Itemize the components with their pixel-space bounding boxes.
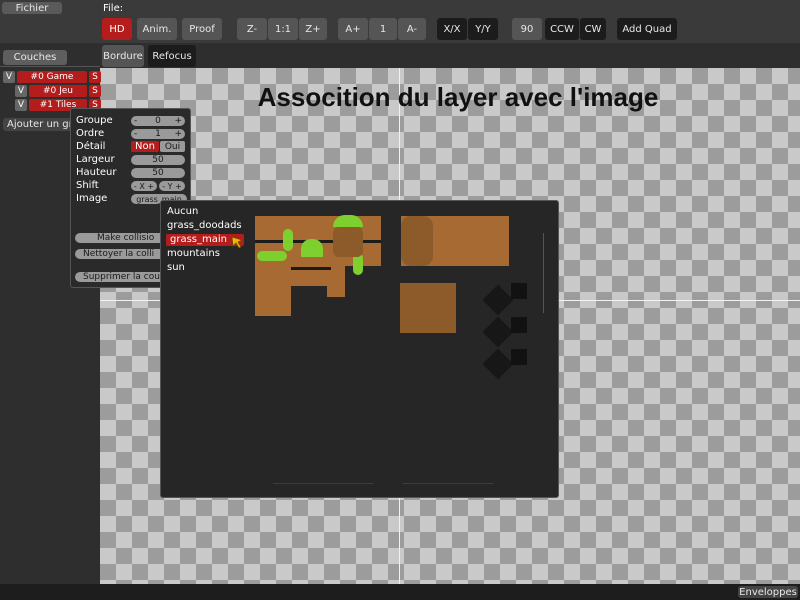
flip-y-button[interactable]: Y/Y bbox=[468, 18, 498, 40]
tile-separator bbox=[403, 483, 493, 484]
menu-fichier[interactable]: Fichier bbox=[2, 2, 62, 14]
rotate-ccw-button[interactable]: CCW bbox=[545, 18, 579, 40]
layer-row-jeu[interactable]: V #0 Jeu S bbox=[15, 85, 101, 97]
order-label: Ordre bbox=[76, 128, 105, 139]
tile-separator bbox=[273, 483, 373, 484]
layer-name[interactable]: #0 Game bbox=[17, 71, 87, 83]
width-label: Largeur bbox=[76, 154, 115, 165]
increment-button[interactable]: + bbox=[174, 129, 182, 139]
increment-button[interactable]: + bbox=[174, 116, 182, 126]
grass-tile bbox=[333, 215, 363, 227]
detail-label: Détail bbox=[76, 141, 106, 152]
shadow-diamond bbox=[482, 284, 514, 316]
layer-select-toggle[interactable]: S bbox=[89, 85, 101, 97]
canvas-title: Assocition du layer avec l'image bbox=[257, 82, 659, 112]
group-stepper[interactable]: - 0 + bbox=[131, 116, 185, 126]
image-label: Image bbox=[76, 193, 108, 204]
sidebar-divider bbox=[0, 66, 100, 67]
order-value: 1 bbox=[155, 129, 161, 139]
shift-label: Shift bbox=[76, 180, 99, 191]
shadow-diamond bbox=[482, 348, 514, 380]
shift-x-stepper[interactable]: - X + bbox=[131, 181, 157, 191]
shadow-square bbox=[511, 349, 527, 365]
layer-visibility-toggle[interactable]: V bbox=[15, 99, 27, 111]
add-quad-button[interactable]: Add Quad bbox=[617, 18, 677, 40]
tile-gap bbox=[291, 267, 331, 270]
height-field[interactable]: 50 bbox=[131, 168, 185, 178]
zoom-out-button[interactable]: Z- bbox=[237, 18, 267, 40]
shadow-square bbox=[511, 283, 527, 299]
envelopes-button[interactable]: Enveloppes bbox=[738, 586, 798, 598]
tile-block bbox=[255, 286, 291, 316]
decrement-button[interactable]: - bbox=[134, 116, 137, 126]
proof-button[interactable]: Proof bbox=[182, 18, 222, 40]
mouse-pointer-icon bbox=[231, 236, 244, 249]
tab-couches[interactable]: Couches bbox=[3, 50, 67, 65]
anim-button[interactable]: Anim. bbox=[137, 18, 177, 40]
shift-y-stepper[interactable]: - Y + bbox=[159, 181, 185, 191]
image-option-mountains[interactable]: mountains bbox=[167, 248, 220, 260]
image-picker-popup: Aucun grass_doodads grass_main mountains… bbox=[160, 200, 559, 498]
image-option-sun[interactable]: sun bbox=[167, 262, 185, 274]
tile-separator bbox=[543, 233, 544, 313]
layer-visibility-toggle[interactable]: V bbox=[15, 85, 27, 97]
rotate-cw-button[interactable]: CW bbox=[580, 18, 606, 40]
zoom-reset-button[interactable]: 1:1 bbox=[268, 18, 298, 40]
grass-tile bbox=[283, 229, 293, 251]
layer-select-toggle[interactable]: S bbox=[89, 71, 101, 83]
image-option-aucun[interactable]: Aucun bbox=[167, 206, 198, 218]
file-label: File: bbox=[103, 3, 124, 14]
layer-name[interactable]: #0 Jeu bbox=[29, 85, 87, 97]
group-value: 0 bbox=[155, 116, 161, 126]
tile-block bbox=[400, 283, 456, 333]
anim-speed-up-button[interactable]: A+ bbox=[338, 18, 368, 40]
detail-yes-button[interactable]: Oui bbox=[160, 141, 185, 152]
rotate-90-button[interactable]: 90 bbox=[512, 18, 542, 40]
layer-row-game[interactable]: V #0 Game S bbox=[3, 71, 101, 83]
order-stepper[interactable]: - 1 + bbox=[131, 129, 185, 139]
tile-round bbox=[401, 216, 433, 266]
add-group-button[interactable]: Ajouter un gr bbox=[3, 118, 73, 131]
shadow-diamond bbox=[482, 316, 514, 348]
grass-tile bbox=[257, 251, 287, 261]
detail-no-button[interactable]: Non bbox=[131, 141, 159, 152]
anim-speed-down-button[interactable]: A- bbox=[398, 18, 426, 40]
tileset-preview bbox=[253, 213, 549, 489]
shadow-square bbox=[511, 317, 527, 333]
status-bar bbox=[0, 584, 800, 600]
height-label: Hauteur bbox=[76, 167, 117, 178]
tile-block bbox=[327, 266, 345, 297]
border-button[interactable]: Bordure bbox=[102, 45, 144, 67]
decrement-button[interactable]: - bbox=[134, 129, 137, 139]
grass-tile bbox=[301, 239, 323, 257]
refocus-button[interactable]: Refocus bbox=[148, 45, 196, 67]
flip-x-button[interactable]: X/X bbox=[437, 18, 467, 40]
zoom-in-button[interactable]: Z+ bbox=[299, 18, 327, 40]
layer-visibility-toggle[interactable]: V bbox=[3, 71, 15, 83]
width-field[interactable]: 50 bbox=[131, 155, 185, 165]
hd-button[interactable]: HD bbox=[102, 18, 132, 40]
image-option-grass-doodads[interactable]: grass_doodads bbox=[167, 220, 242, 232]
tile-round bbox=[333, 227, 363, 257]
group-label: Groupe bbox=[76, 115, 113, 126]
anim-speed-value: 1 bbox=[369, 18, 397, 40]
